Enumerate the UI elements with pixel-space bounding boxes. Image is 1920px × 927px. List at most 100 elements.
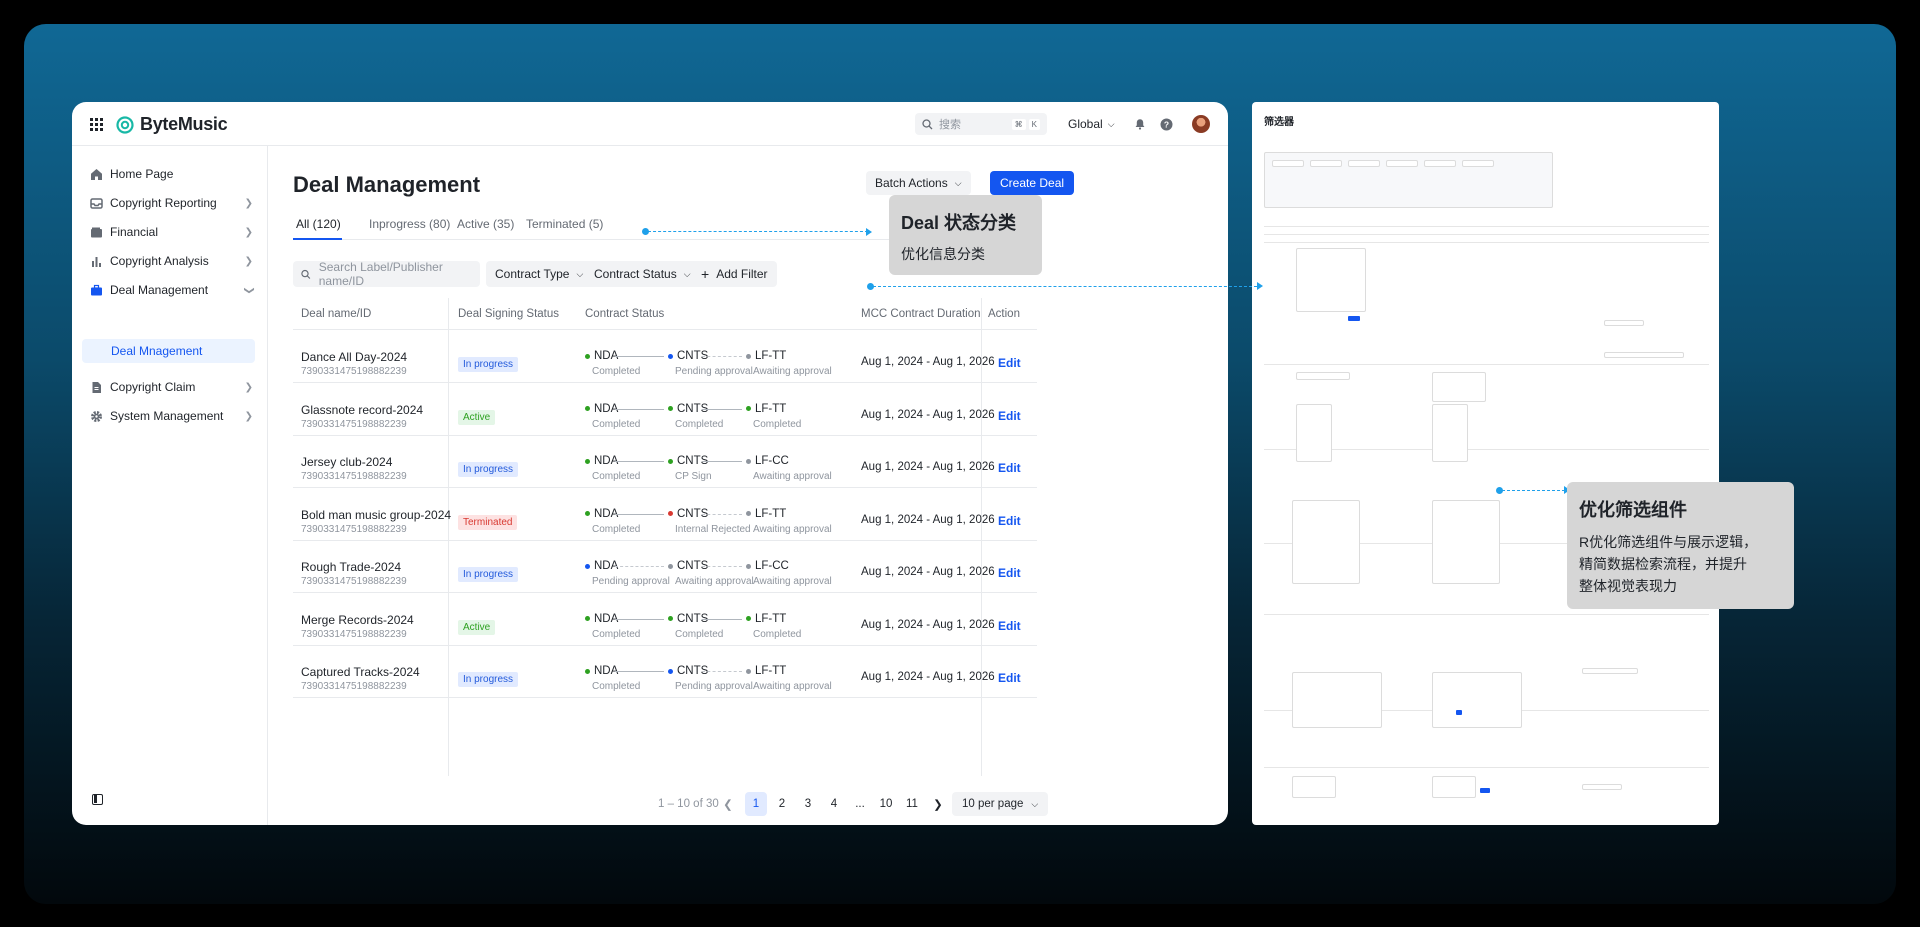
arrow-dashed-line (873, 286, 1257, 287)
sidebar-item-label: Home Page (110, 167, 174, 181)
tab-terminated[interactable]: Terminated (5) (526, 217, 603, 231)
column-header[interactable]: MCC Contract Duration (861, 308, 981, 320)
page-button[interactable]: 11 (901, 792, 923, 816)
step-status: Awaiting approval (753, 523, 832, 535)
contract-type-filter[interactable]: Contract Type ⌵ (486, 261, 593, 287)
arrow-dashed-line (1502, 490, 1565, 491)
table-row[interactable]: Rough Trade-2024 7390331475198882239 In pr… (293, 541, 1037, 593)
per-page-selector[interactable]: 10 per page ⌵ (952, 792, 1049, 816)
help-icon[interactable]: ? (1158, 116, 1174, 132)
table-row[interactable]: Dance All Day-2024 7390331475198882239 In … (293, 331, 1037, 383)
edit-link[interactable]: Edit (998, 409, 1021, 423)
callout-line: 精简数据检索流程，并提升 (1579, 556, 1747, 572)
edit-link[interactable]: Edit (998, 671, 1021, 685)
arrow-head-icon (1257, 282, 1263, 290)
contract-duration: Aug 1, 2024 - Aug 1, 2026 (861, 408, 995, 421)
step-status-dot (585, 616, 590, 621)
contract-step: NDA Completed (585, 665, 640, 692)
step-status: Awaiting approval (753, 366, 832, 377)
add-filter-label: Add Filter (716, 267, 768, 281)
spec-list-preview (1432, 404, 1468, 462)
tab-inprogress[interactable]: Inprogress (80) (369, 217, 450, 231)
gear-icon (89, 409, 103, 423)
table-row[interactable]: Jersey club-2024 7390331475198882239 In pr… (293, 436, 1037, 488)
page-button[interactable]: 4 (823, 792, 845, 816)
edit-link[interactable]: Edit (998, 566, 1021, 580)
step-status: Pending approval (675, 366, 753, 377)
contract-step: CNTS Completed (668, 403, 723, 430)
page-button[interactable]: 2 (771, 792, 793, 816)
plus-icon: + (701, 266, 710, 282)
global-search-input[interactable]: 搜索 ⌘ K (915, 113, 1047, 135)
sidebar-item-system-management[interactable]: System Management ❯ (89, 406, 259, 426)
table-row[interactable]: Bold man music group-2024 739033147519888… (293, 489, 1037, 541)
step-connector (615, 566, 664, 567)
batch-actions-label: Batch Actions (875, 176, 948, 190)
column-header[interactable]: Deal name/ID (301, 308, 371, 320)
app-grid-icon[interactable] (90, 118, 103, 131)
edit-link[interactable]: Edit (998, 514, 1021, 528)
step-status-dot (746, 563, 751, 569)
contract-status-filter[interactable]: Contract Status ⌵ (585, 261, 700, 287)
tab-all[interactable]: All (120) (296, 217, 341, 231)
tab-active[interactable]: Active (35) (457, 217, 514, 231)
sidebar-item-home[interactable]: Home Page (89, 164, 259, 184)
add-filter-button[interactable]: + Add Filter (692, 261, 777, 287)
spec-chip (1272, 160, 1304, 167)
region-selector[interactable]: Global ⌵ (1068, 117, 1115, 131)
step-status: Completed (675, 418, 724, 430)
sidebar-item-copyright-claim[interactable]: Copyright Claim ❯ (89, 377, 259, 397)
table-row[interactable]: Merge Records-2024 7390331475198882239 Act… (293, 594, 1037, 646)
sidebar-item-copyright-analysis[interactable]: Copyright Analysis ❯ (89, 251, 259, 271)
bell-icon[interactable] (1132, 116, 1148, 132)
step-connector (615, 461, 664, 462)
table-row[interactable]: Glassnote record-2024 7390331475198882239… (293, 384, 1037, 436)
spec-input-preview (1432, 372, 1486, 402)
sidebar-subitem-deal-mnagement[interactable]: Deal Mnagement (82, 339, 255, 363)
spec-chip (1462, 160, 1494, 167)
top-bar: ByteMusic 搜索 ⌘ K Global ⌵ ? (72, 102, 1228, 146)
column-header[interactable]: Action (988, 308, 1020, 320)
contract-step: NDA Completed (585, 455, 640, 482)
brand-name: ByteMusic (140, 114, 228, 134)
table-row[interactable]: Captured Tracks-2024 7390331475198882239 I… (293, 646, 1037, 698)
sidebar-item-label: System Management (110, 409, 224, 423)
edit-link[interactable]: Edit (998, 356, 1021, 370)
page-button[interactable]: 1 (745, 792, 767, 816)
sidebar-item-financial[interactable]: Financial ❯ (89, 222, 259, 242)
brand-logo[interactable]: ByteMusic (116, 114, 228, 135)
batch-actions-button[interactable]: Batch Actions ⌵ (866, 171, 971, 195)
sidebar-item-label: Deal Management (110, 283, 209, 297)
sidebar-item-label: Copyright Analysis (110, 254, 209, 268)
column-header[interactable]: Contract Status (585, 308, 664, 320)
chevron-down-icon: ⌵ (683, 268, 691, 279)
step-status: Pending approval (675, 681, 753, 692)
edit-link[interactable]: Edit (998, 619, 1021, 633)
spec-tag-preview (1582, 784, 1622, 790)
edit-link[interactable]: Edit (998, 461, 1021, 475)
next-page-icon[interactable]: ❯ (927, 792, 949, 816)
page-button[interactable]: 3 (797, 792, 819, 816)
column-header[interactable]: Deal Signing Status (458, 308, 559, 320)
deal-search-input[interactable]: Search Label/Publisher name/ID (293, 260, 480, 288)
page-button[interactable]: 10 (875, 792, 897, 816)
spec-checkbox-list-preview (1292, 500, 1360, 584)
prev-page-icon[interactable]: ❮ (717, 792, 739, 816)
search-placeholder: 搜索 (939, 119, 961, 131)
step-connector (702, 618, 742, 620)
spec-tag-preview (1582, 668, 1638, 674)
sidebar-item-deal-management[interactable]: Deal Management ❯ (89, 280, 259, 300)
step-status: Internal Rejected (675, 523, 751, 535)
spec-list-preview (1296, 404, 1332, 462)
step-status: Completed (592, 418, 641, 430)
create-deal-button[interactable]: Create Deal (990, 171, 1075, 195)
sidebar-item-copyright-reporting[interactable]: Copyright Reporting ❯ (89, 193, 259, 213)
contract-duration: Aug 1, 2024 - Aug 1, 2026 (861, 513, 995, 526)
step-name: LF-TT (755, 665, 787, 677)
sidebar-collapse-icon[interactable] (92, 794, 103, 805)
sidebar-item-label: Copyright Reporting (110, 196, 217, 210)
user-avatar[interactable] (1192, 115, 1210, 133)
arrow-dashed-line (648, 231, 868, 232)
step-status: Awaiting approval (753, 576, 832, 587)
spec-divider (1264, 234, 1709, 235)
